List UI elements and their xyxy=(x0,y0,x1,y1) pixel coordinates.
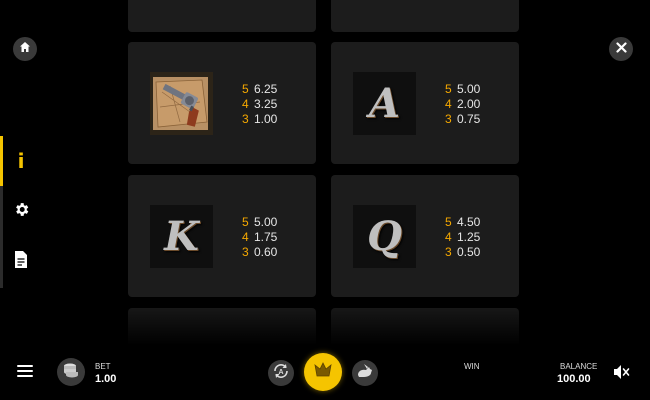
paytable-card-partial-top-left xyxy=(128,0,316,32)
symbol-count: 4 xyxy=(445,97,452,111)
payout-value: 1.25 xyxy=(457,230,481,244)
symbol-letter: K xyxy=(164,213,199,260)
svg-text:A: A xyxy=(278,368,283,375)
close-icon xyxy=(615,40,627,58)
info-icon: i xyxy=(17,149,25,173)
symbol-count: 5 xyxy=(445,215,452,229)
menu-button[interactable] xyxy=(17,364,33,378)
payout-row: 4 2.00 xyxy=(445,97,505,112)
bet-label: BET xyxy=(95,362,111,371)
payout-row: 5 5.00 xyxy=(445,82,505,97)
payout-row: 4 1.25 xyxy=(445,230,505,245)
symbol-queen: Q xyxy=(353,205,416,268)
document-icon xyxy=(14,251,28,273)
payout-value: 5.00 xyxy=(254,215,278,229)
symbol-count: 3 xyxy=(445,245,452,259)
symbol-ace: A xyxy=(353,72,416,135)
payout-list: 5 5.00 4 1.75 3 0.60 xyxy=(242,215,302,260)
symbol-count: 4 xyxy=(242,230,249,244)
paytable-card-ace: A 5 5.00 4 2.00 3 0.75 xyxy=(331,42,519,164)
home-button[interactable] xyxy=(13,37,37,61)
paytable-card-revolver: 5 6.25 4 3.25 3 1.00 xyxy=(128,42,316,164)
payout-value: 5.00 xyxy=(457,82,481,96)
payout-row: 5 5.00 xyxy=(242,215,302,230)
home-icon xyxy=(19,40,31,58)
side-menu-active-indicator xyxy=(0,136,3,186)
symbol-count: 3 xyxy=(445,112,452,126)
payout-list: 5 5.00 4 2.00 3 0.75 xyxy=(445,82,505,127)
coins-icon xyxy=(62,362,80,383)
hamburger-icon xyxy=(17,365,33,382)
payout-row: 3 0.75 xyxy=(445,112,505,127)
payout-value: 1.75 xyxy=(254,230,278,244)
turbo-button[interactable] xyxy=(352,360,378,386)
symbol-count: 3 xyxy=(242,112,249,126)
payout-row: 5 4.50 xyxy=(445,215,505,230)
payout-value: 0.60 xyxy=(254,245,278,259)
symbol-letter: A xyxy=(368,80,401,127)
symbol-letter: Q xyxy=(367,213,402,260)
payout-value: 3.25 xyxy=(254,97,278,111)
rabbit-icon xyxy=(356,363,374,384)
paytable-card-king: K 5 5.00 4 1.75 3 0.60 xyxy=(128,175,316,297)
paytable-card-queen: Q 5 4.50 4 1.25 3 0.50 xyxy=(331,175,519,297)
spin-button[interactable] xyxy=(304,353,342,391)
win-label: WIN xyxy=(464,362,480,371)
balance-label: BALANCE xyxy=(560,362,598,371)
payout-value: 0.75 xyxy=(457,112,481,126)
bet-value: 1.00 xyxy=(95,373,117,385)
payout-row: 3 0.50 xyxy=(445,245,505,260)
spin-icon xyxy=(312,359,334,386)
payout-row: 3 0.60 xyxy=(242,245,302,260)
autoplay-button[interactable]: A xyxy=(268,360,294,386)
payout-value: 6.25 xyxy=(254,82,278,96)
revolver-icon xyxy=(153,77,208,130)
payout-row: 4 1.75 xyxy=(242,230,302,245)
payout-row: 4 3.25 xyxy=(242,97,302,112)
gear-icon xyxy=(13,201,30,223)
bet-button[interactable] xyxy=(57,358,85,386)
symbol-count: 3 xyxy=(242,245,249,259)
sound-button[interactable] xyxy=(611,362,631,382)
balance-value: 100.00 xyxy=(557,373,591,385)
symbol-count: 4 xyxy=(445,230,452,244)
side-menu-item-info[interactable]: i xyxy=(10,149,32,173)
close-button[interactable] xyxy=(609,37,633,61)
payout-row: 5 6.25 xyxy=(242,82,302,97)
payout-list: 5 6.25 4 3.25 3 1.00 xyxy=(242,82,302,127)
payout-row: 3 1.00 xyxy=(242,112,302,127)
payout-value: 2.00 xyxy=(457,97,481,111)
side-menu-item-rules[interactable] xyxy=(10,251,32,273)
symbol-count: 4 xyxy=(242,97,249,111)
payout-value: 0.50 xyxy=(457,245,481,259)
payout-list: 5 4.50 4 1.25 3 0.50 xyxy=(445,215,505,260)
paytable-card-partial-top-right xyxy=(331,0,519,32)
side-menu-item-settings[interactable] xyxy=(10,201,32,223)
symbol-count: 5 xyxy=(445,82,452,96)
sound-muted-icon xyxy=(611,365,631,386)
symbol-revolver xyxy=(150,72,213,135)
symbol-count: 5 xyxy=(242,82,249,96)
payout-value: 1.00 xyxy=(254,112,278,126)
symbol-king: K xyxy=(150,205,213,268)
symbol-count: 5 xyxy=(242,215,249,229)
autoplay-icon: A xyxy=(272,362,290,385)
payout-value: 4.50 xyxy=(457,215,481,229)
